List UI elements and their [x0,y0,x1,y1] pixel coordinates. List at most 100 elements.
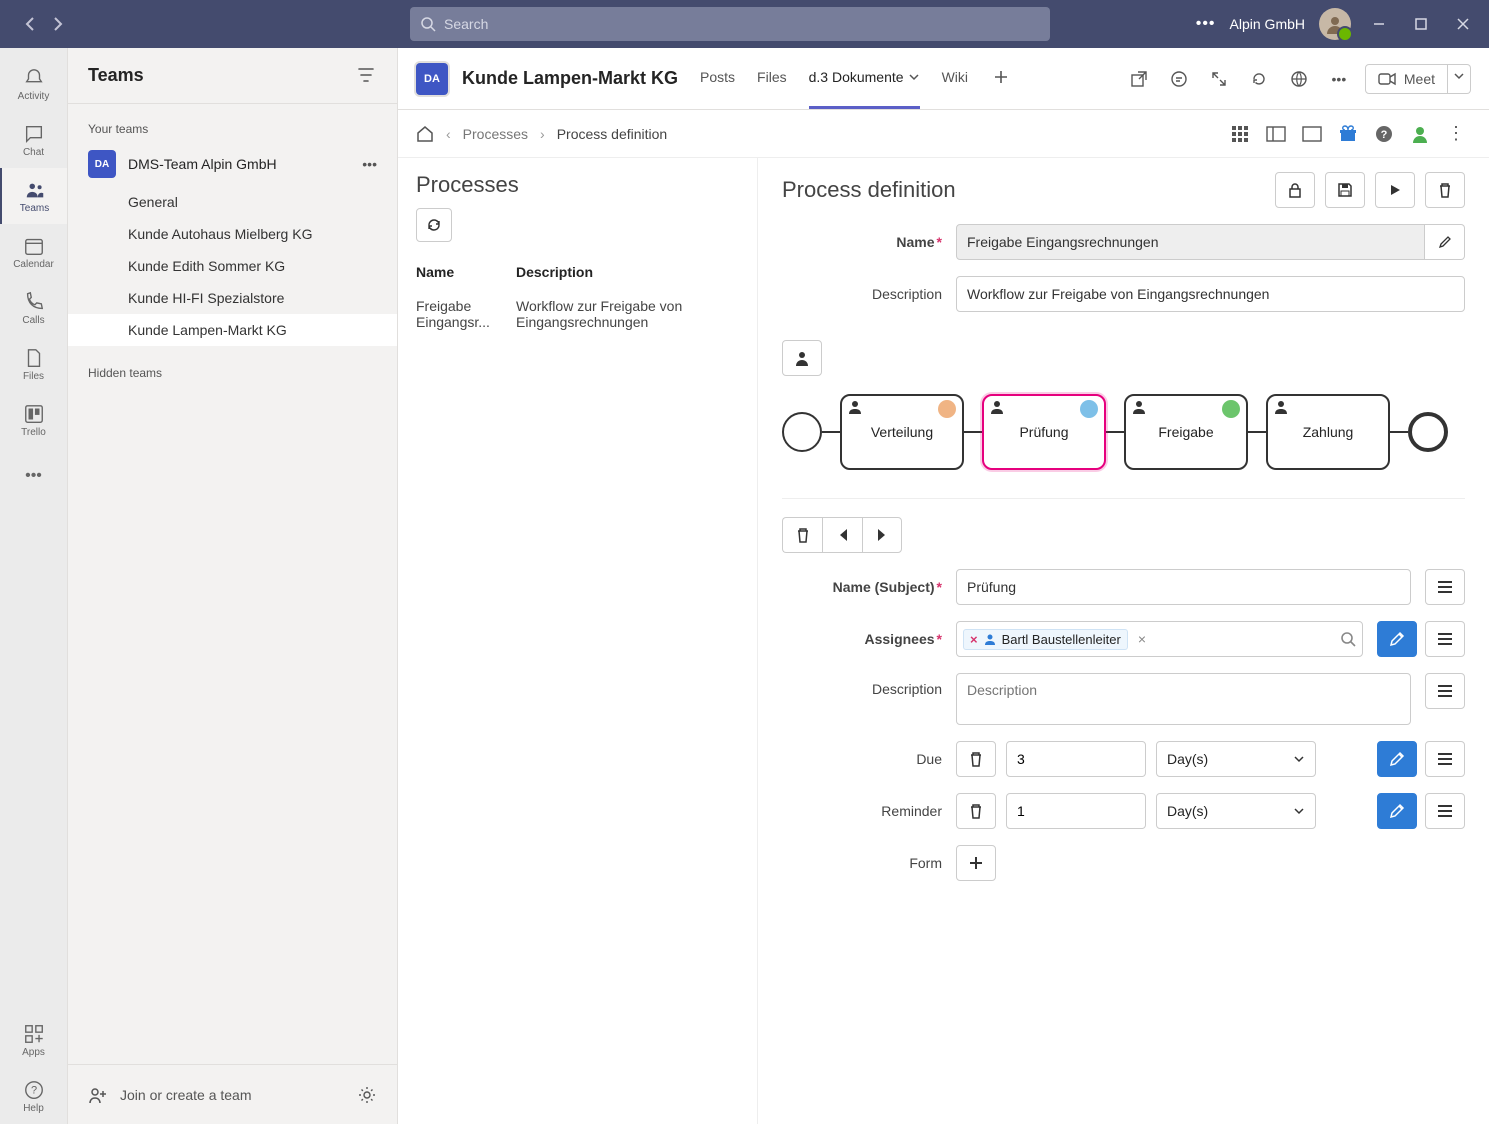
hidden-teams-label[interactable]: Hidden teams [68,360,397,386]
assignee-avatar [938,400,956,418]
channel-general[interactable]: General [68,186,397,218]
more-v-icon[interactable]: ⋮ [1441,119,1471,149]
rail-more[interactable]: ••• [0,448,67,504]
reminder-menu-button[interactable] [1425,793,1465,829]
home-icon[interactable] [416,125,434,143]
more-h-icon[interactable]: ••• [1325,65,1353,93]
edit-reminder-button[interactable] [1377,793,1417,829]
filter-icon[interactable] [357,66,377,86]
flow-start[interactable] [782,412,822,452]
people-add-icon [88,1085,108,1105]
meet-caret[interactable] [1448,64,1471,94]
maximize-icon[interactable] [1407,10,1435,38]
name-input[interactable] [956,224,1425,260]
rail-activity[interactable]: Activity [0,56,67,112]
grid-icon[interactable] [1225,119,1255,149]
breadcrumb-processes[interactable]: Processes [463,126,528,142]
desc-menu-button[interactable] [1425,673,1465,709]
flow-node-pruefung[interactable]: Prüfung [982,394,1106,470]
rail-calendar[interactable]: Calendar [0,224,67,280]
subject-input[interactable] [956,569,1411,605]
gift-icon[interactable] [1333,119,1363,149]
globe-icon[interactable] [1285,65,1313,93]
join-team-button[interactable]: Join or create a team [88,1085,252,1105]
tab-d3[interactable]: d.3 Dokumente [809,48,920,109]
flow-node-zahlung[interactable]: Zahlung [1266,394,1390,470]
due-menu-button[interactable] [1425,741,1465,777]
breadcrumb-back[interactable]: ‹ [446,126,451,142]
search-box[interactable] [410,7,1050,41]
search-input[interactable] [444,16,1040,32]
team-more-icon[interactable]: ••• [362,156,377,172]
titlebar: ••• Alpin GmbH [0,0,1489,48]
step-prev-button[interactable] [822,517,862,553]
rail-trello[interactable]: Trello [0,392,67,448]
due-clear-button[interactable] [956,741,996,777]
tab-posts[interactable]: Posts [700,48,735,109]
channel-hifi[interactable]: Kunde HI-FI Spezialstore [68,282,397,314]
flow-end[interactable] [1408,412,1448,452]
tab-wiki[interactable]: Wiki [942,48,968,109]
rail-help[interactable]: ?Help [0,1068,67,1124]
due-label: Due [782,751,942,767]
lock-button[interactable] [1275,172,1315,208]
delete-button[interactable] [1425,172,1465,208]
rail-chat[interactable]: Chat [0,112,67,168]
due-unit-select[interactable]: Day(s) [1156,741,1316,777]
channel-lampen[interactable]: Kunde Lampen-Markt KG [68,314,397,346]
desc-input[interactable] [956,276,1465,312]
reload-icon[interactable] [1245,65,1273,93]
chevron-down-icon [1293,805,1305,817]
edit-name-button[interactable] [1425,224,1465,260]
nav-back-icon[interactable] [18,12,42,36]
channel-autohaus[interactable]: Kunde Autohaus Mielberg KG [68,218,397,250]
single-view-icon[interactable] [1297,119,1327,149]
edit-assignees-button[interactable] [1377,621,1417,657]
chip-remove[interactable]: × [970,632,978,647]
rail-calls[interactable]: Calls [0,280,67,336]
search-assignees-icon[interactable] [1340,631,1356,647]
tab-chat-icon[interactable] [1165,65,1193,93]
assignees-menu-button[interactable] [1425,621,1465,657]
save-button[interactable] [1325,172,1365,208]
rail-files[interactable]: Files [0,336,67,392]
team-row[interactable]: DA DMS-Team Alpin GmbH ••• [68,142,397,186]
process-row[interactable]: Freigabe Eingangsr... Workflow zur Freig… [416,288,739,340]
rail-teams[interactable]: Teams [0,168,67,224]
meet-button[interactable]: Meet [1365,64,1448,94]
expand-icon[interactable] [1205,65,1233,93]
minimize-icon[interactable] [1365,10,1393,38]
add-form-button[interactable] [956,845,996,881]
reminder-clear-button[interactable] [956,793,996,829]
run-button[interactable] [1375,172,1415,208]
tab-files[interactable]: Files [757,48,787,109]
close-icon[interactable] [1449,10,1477,38]
step-next-button[interactable] [862,517,902,553]
user-icon[interactable] [1405,119,1435,149]
avatar[interactable] [1319,8,1351,40]
person-icon [848,400,862,414]
split-view-icon[interactable] [1261,119,1291,149]
assignees-input[interactable]: × Bartl Baustellenleiter × [956,621,1363,657]
settings-icon[interactable] [357,1085,377,1105]
flow-node-verteilung[interactable]: Verteilung [840,394,964,470]
channel-edith[interactable]: Kunde Edith Sommer KG [68,250,397,282]
flow-node-freigabe[interactable]: Freigabe [1124,394,1248,470]
step-delete-button[interactable] [782,517,822,553]
more-icon[interactable]: ••• [1196,15,1216,33]
reminder-unit-select[interactable]: Day(s) [1156,793,1316,829]
due-value-input[interactable] [1006,741,1146,777]
step-desc-input[interactable] [956,673,1411,725]
rail-apps[interactable]: Apps [0,1012,67,1068]
video-icon [1378,72,1396,86]
edit-due-button[interactable] [1377,741,1417,777]
clear-assignees[interactable]: × [1134,631,1150,647]
subject-menu-button[interactable] [1425,569,1465,605]
tab-add[interactable] [990,48,1008,109]
help-icon[interactable]: ? [1369,119,1399,149]
assign-default-button[interactable] [782,340,822,376]
popout-icon[interactable] [1125,65,1153,93]
refresh-button[interactable] [416,208,452,242]
reminder-value-input[interactable] [1006,793,1146,829]
nav-forward-icon[interactable] [46,12,70,36]
